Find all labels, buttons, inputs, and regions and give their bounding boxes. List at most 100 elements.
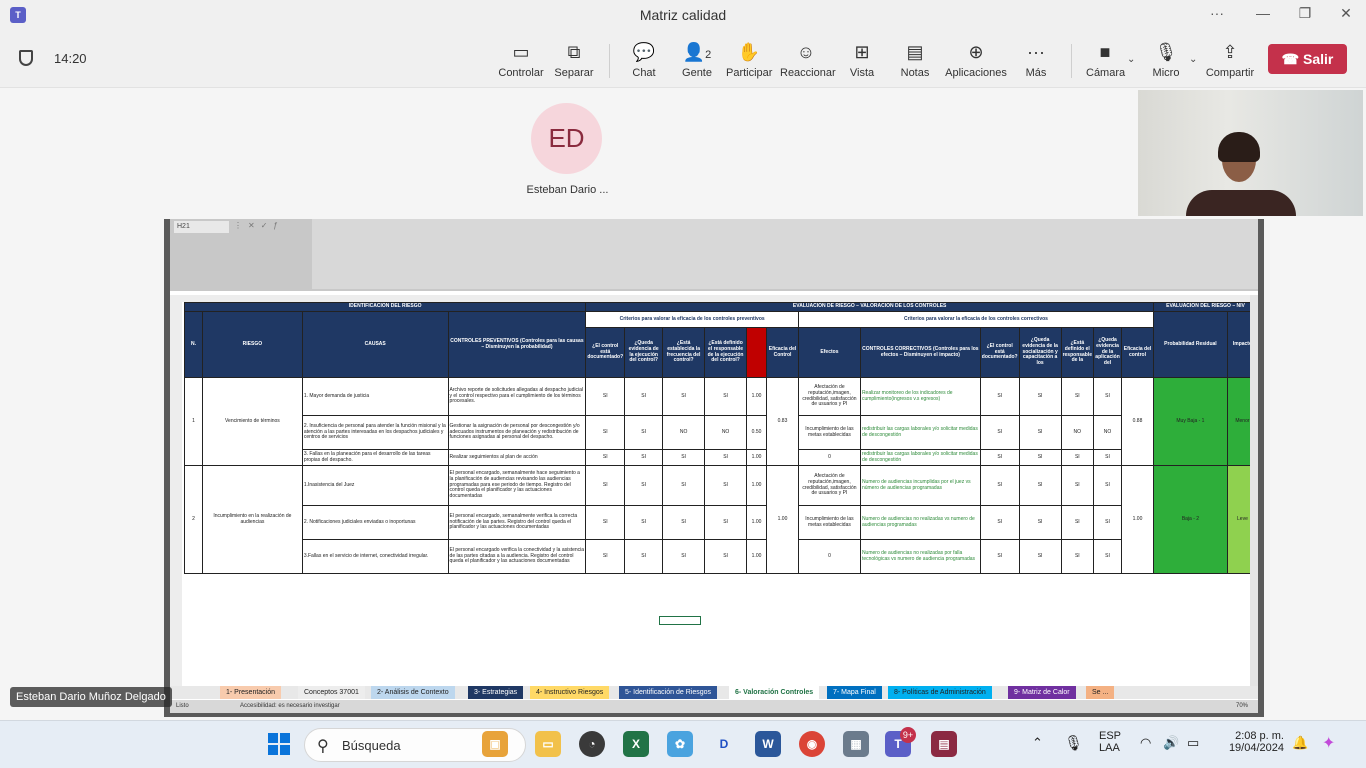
whatsapp-icon[interactable]: ◔ bbox=[579, 731, 605, 757]
value-cell: SI bbox=[1093, 449, 1123, 466]
share-button[interactable]: ⇪ Compartir bbox=[1205, 40, 1255, 84]
search-icon: ⚲ bbox=[317, 738, 329, 755]
row-headers bbox=[170, 302, 182, 687]
risk-name: Vencimiento de términos bbox=[201, 377, 303, 466]
probability-cell: Muy Baja - 1 bbox=[1152, 377, 1228, 466]
shared-screen[interactable]: H21 ⋮✕✓ƒ IDENTIFICACIÓN DEL RIESGO EVALU… bbox=[164, 219, 1264, 717]
archive-app-icon[interactable]: ▤ bbox=[931, 731, 957, 757]
microphone-tray-icon[interactable]: 🎙 bbox=[1064, 734, 1083, 768]
sheet-tab[interactable]: 2- Análisis de Contexto bbox=[371, 686, 455, 699]
notifications-bell-icon[interactable]: 🔔 bbox=[1292, 735, 1308, 768]
sheet-tab[interactable]: 8- Políticas de Administración bbox=[888, 686, 992, 699]
excel-icon[interactable]: X bbox=[623, 731, 649, 757]
people-button[interactable]: 👤2 Gente bbox=[678, 40, 716, 84]
maximize-button[interactable]: ❐ bbox=[1290, 5, 1320, 22]
hand-icon: ✋ bbox=[737, 42, 761, 62]
status-text: Listo bbox=[176, 703, 189, 709]
name-box[interactable]: H21 bbox=[174, 221, 229, 233]
chat-button[interactable]: 💬 Chat bbox=[626, 40, 662, 84]
file-explorer-icon[interactable]: ▭ bbox=[535, 731, 561, 757]
share-icon: ⇪ bbox=[1222, 42, 1238, 62]
risk-name: Incumplimiento en la realización de audi… bbox=[201, 465, 303, 574]
selected-cell[interactable] bbox=[659, 616, 701, 625]
self-video[interactable] bbox=[1138, 90, 1363, 216]
chrome-icon[interactable]: ◉ bbox=[799, 731, 825, 757]
sheet-tab[interactable]: Se ... bbox=[1086, 686, 1115, 699]
windows-start-icon[interactable] bbox=[268, 733, 290, 755]
show-hidden-icons-chevron-icon[interactable]: ⌃ bbox=[1032, 735, 1043, 768]
vertical-scrollbar[interactable] bbox=[1250, 295, 1258, 687]
people-icon: 👤2 bbox=[682, 42, 712, 62]
minimize-button[interactable]: — bbox=[1248, 5, 1278, 21]
language-indicator[interactable]: ESP LAA bbox=[1099, 730, 1121, 768]
value-cell: SI bbox=[585, 449, 626, 466]
camera-options-chevron-icon[interactable]: ⌄ bbox=[1127, 54, 1135, 65]
table-row: 2. Notificaciones judiciales enviadas o … bbox=[185, 505, 1258, 540]
person-body bbox=[1186, 190, 1296, 216]
sheet-tab[interactable]: 3- Estrategias bbox=[468, 686, 524, 699]
value-cell: NO bbox=[1093, 415, 1123, 450]
presenter-name-label: Esteban Dario Muñoz Delgado bbox=[10, 687, 172, 707]
value-cell: 1.00 bbox=[746, 377, 768, 416]
react-button[interactable]: ☺ Reaccionar bbox=[780, 40, 836, 84]
briefcase-app-icon[interactable]: ▣ bbox=[482, 731, 508, 757]
word-icon[interactable]: W bbox=[755, 731, 781, 757]
sheet-tab-active[interactable]: 6- Valoración Controles bbox=[729, 686, 820, 699]
view-button[interactable]: ⊞ Vista bbox=[846, 40, 878, 84]
corrective-control-cell: redistribuir las cargas laborales y/o so… bbox=[859, 415, 981, 450]
sheet-tab[interactable]: 9- Matriz de Calor bbox=[1008, 686, 1076, 699]
calculator-icon[interactable]: ▦ bbox=[843, 731, 869, 757]
sheet-tab[interactable]: 4- Instructivo Riesgos bbox=[530, 686, 610, 699]
notes-button[interactable]: ▤ Notas bbox=[899, 40, 931, 84]
value-cell: SI bbox=[704, 377, 748, 416]
header-riesgo: RIESGO bbox=[201, 311, 303, 378]
value-cell: SI bbox=[704, 539, 748, 574]
camera-button[interactable]: ■ Cámara bbox=[1086, 40, 1125, 84]
cause-cell: 2. Notificaciones judiciales enviadas o … bbox=[301, 505, 449, 540]
photos-app-icon[interactable]: ✿ bbox=[667, 731, 693, 757]
header-eficacia: Eficacia del Control bbox=[766, 327, 799, 378]
raise-hand-button[interactable]: ✋ Participar bbox=[726, 40, 772, 84]
wifi-icon[interactable]: ◠ bbox=[1140, 735, 1151, 768]
close-button[interactable]: ✕ bbox=[1331, 5, 1361, 22]
sheet-tab[interactable]: 1- Presentación bbox=[220, 686, 282, 699]
ellipsis-icon: ··· bbox=[1027, 42, 1045, 62]
cause-cell: 1.Inasistencia del Juez bbox=[301, 465, 449, 506]
value-cell: SI bbox=[979, 465, 1020, 506]
value-cell: SI bbox=[662, 539, 706, 574]
sheet-tab[interactable]: Conceptos 37001 bbox=[298, 686, 365, 699]
value-cell: SI bbox=[662, 377, 706, 416]
sheet-tab[interactable]: 7- Mapa Final bbox=[827, 686, 882, 699]
value-cell: SI bbox=[1093, 465, 1123, 506]
value-cell: SI bbox=[704, 465, 748, 506]
copilot-icon[interactable]: ✦ bbox=[1322, 733, 1335, 768]
avatar[interactable]: ED bbox=[531, 103, 602, 174]
table-row: 1 Vencimiento de términos 1. Mayor deman… bbox=[184, 377, 1259, 466]
mic-options-chevron-icon[interactable]: ⌄ bbox=[1189, 54, 1197, 65]
value-cell: SI bbox=[979, 415, 1020, 450]
more-button[interactable]: ··· Más bbox=[1022, 40, 1050, 84]
leave-button[interactable]: ☎ Salir bbox=[1268, 44, 1347, 74]
disney-app-icon[interactable]: D bbox=[711, 731, 737, 757]
clock[interactable]: 2:08 p. m. 19/04/2024 bbox=[1222, 730, 1284, 768]
controlar-button[interactable]: ▭ Controlar bbox=[497, 40, 545, 84]
sheet-tab[interactable]: 5- Identificación de Riesgos bbox=[619, 686, 717, 699]
battery-icon[interactable]: ▭ bbox=[1187, 735, 1199, 768]
apps-button[interactable]: ⊕ Aplicaciones bbox=[945, 40, 1007, 84]
value-cell: SI bbox=[662, 449, 706, 466]
separar-button[interactable]: ⧉ Separar bbox=[553, 40, 595, 84]
probability-cell: Baja - 2 bbox=[1152, 465, 1228, 574]
accessibility-status[interactable]: Accesibilidad: es necesario investigar bbox=[240, 700, 340, 713]
window-title: Matriz calidad bbox=[639, 7, 727, 23]
formula-bar[interactable] bbox=[312, 219, 1258, 289]
table-row: 2 Incumplimiento en la realización de au… bbox=[184, 465, 1259, 574]
zoom-level[interactable]: 70% bbox=[1236, 700, 1248, 713]
mic-button[interactable]: 🎙 Micro bbox=[1150, 40, 1182, 84]
smiley-icon: ☺ bbox=[796, 42, 816, 62]
more-options-button[interactable]: ··· bbox=[1202, 5, 1232, 21]
volume-icon[interactable]: 🔊 bbox=[1163, 735, 1179, 768]
preventive-control-cell: Archivo reporte de solicitudes allegadas… bbox=[447, 377, 587, 416]
preventive-control-cell: El personal encargado, semanalmente veri… bbox=[447, 505, 587, 540]
excel-window[interactable]: H21 ⋮✕✓ƒ IDENTIFICACIÓN DEL RIESGO EVALU… bbox=[170, 219, 1259, 713]
effect-cell: Afectación de reputación,imagen, credibi… bbox=[797, 377, 861, 416]
